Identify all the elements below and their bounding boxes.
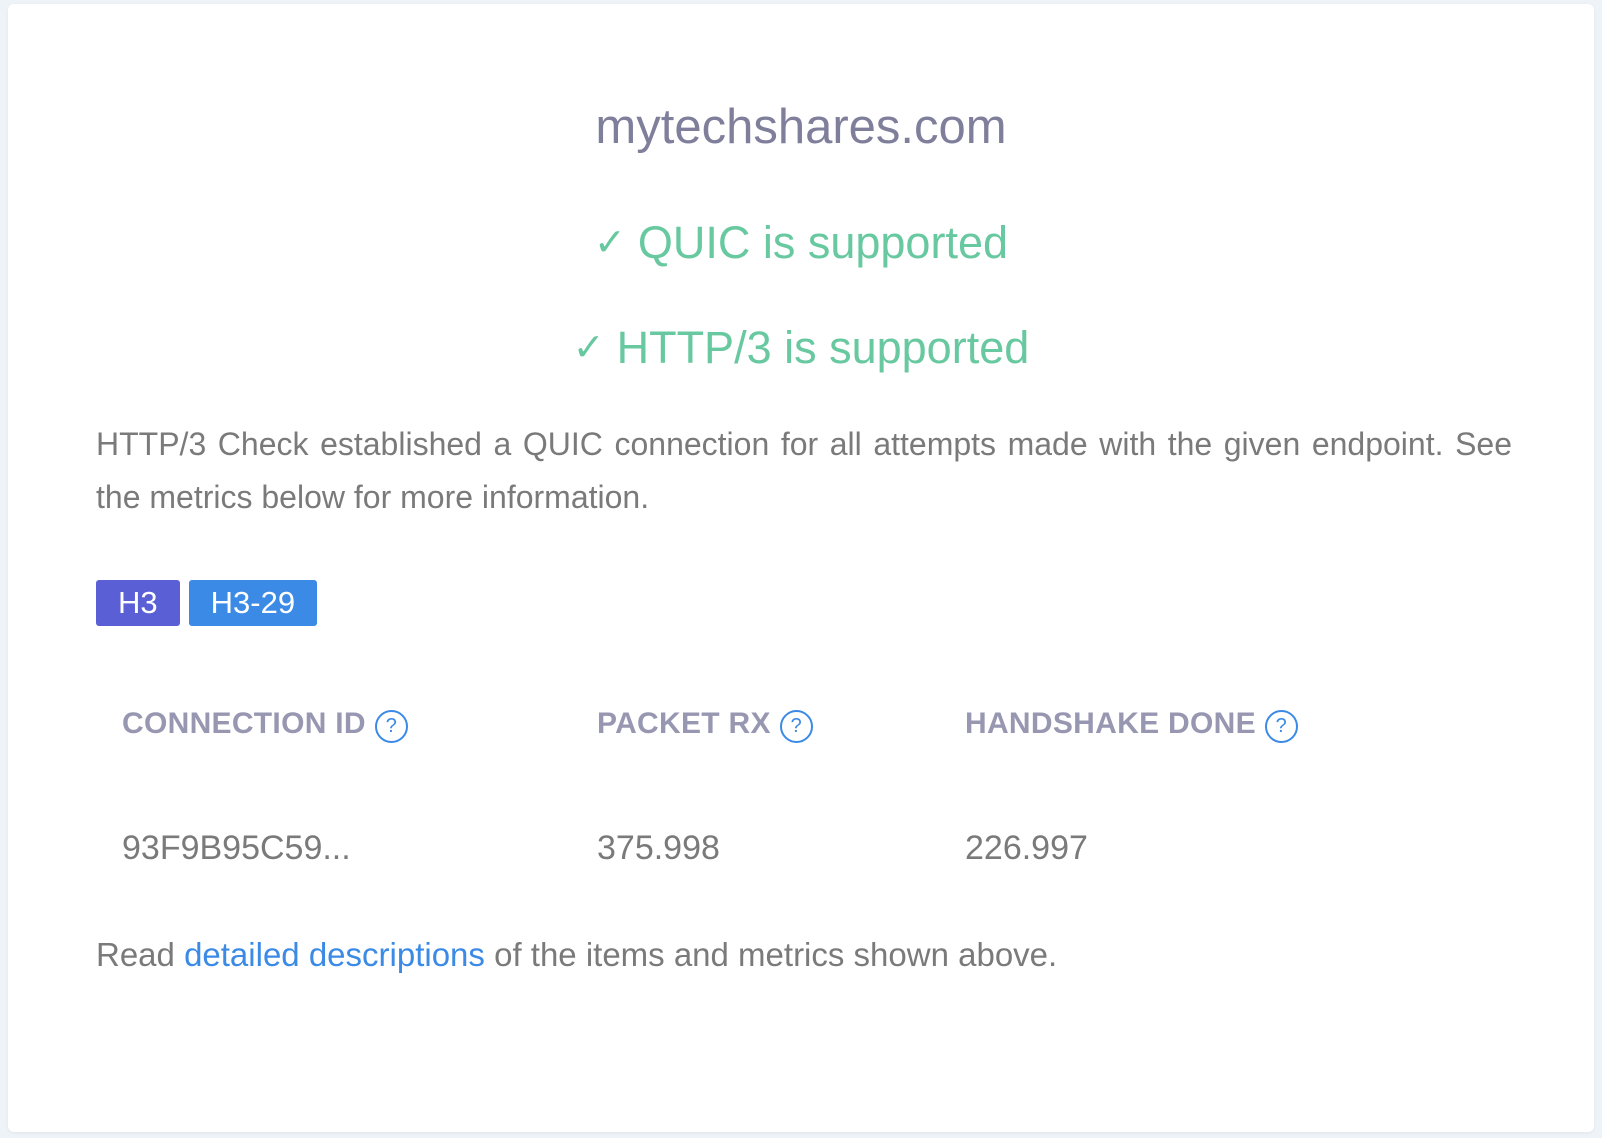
metric-value: 375.998 (597, 829, 720, 867)
summary-text: HTTP/3 Check established a QUIC connecti… (96, 426, 1512, 515)
footer-text: Read detailed descriptions of the items … (96, 936, 1057, 974)
checkmark-icon: ✓ (572, 325, 605, 369)
metric-value: 93F9B95C59... (122, 829, 351, 867)
quic-status: ✓ QUIC is supported (8, 216, 1594, 270)
domain-title: mytechshares.com (595, 100, 1007, 154)
metric-label: PACKET RX (597, 706, 771, 740)
result-card: mytechshares.com ✓ QUIC is supported ✓ HTT… (8, 4, 1594, 1132)
footer-suffix: of the items and metrics shown above. (484, 936, 1058, 973)
metric-connection-id: CONNECTION ID ? 93F9B95C59... (122, 704, 408, 868)
metric-packet-rx: PACKET RX ? 375.998 (597, 704, 813, 868)
help-icon[interactable]: ? (374, 710, 408, 743)
help-icon[interactable]: ? (779, 710, 813, 743)
metric-handshake-done: HANDSHAKE DONE ? 226.997 (965, 704, 1298, 868)
quic-status-text: QUIC is supported (637, 217, 1008, 268)
http3-status: ✓ HTTP/3 is supported (8, 321, 1594, 375)
http3-status-text: HTTP/3 is supported (616, 322, 1030, 373)
tag-h3: H3 (96, 580, 180, 626)
checkmark-icon: ✓ (594, 220, 626, 264)
help-icon[interactable]: ? (1264, 710, 1298, 743)
detailed-descriptions-link[interactable]: detailed descriptions (184, 936, 485, 973)
metric-label: HANDSHAKE DONE (965, 706, 1256, 740)
protocol-tags: H3 H3-29 (96, 580, 318, 626)
metric-label: CONNECTION ID (122, 706, 366, 740)
metrics-table: CONNECTION ID ? 93F9B95C59... PACKET RX … (122, 704, 1422, 904)
tag-h3-29: H3-29 (188, 580, 318, 626)
metric-value: 226.997 (965, 829, 1088, 867)
footer-prefix: Read (96, 936, 185, 973)
